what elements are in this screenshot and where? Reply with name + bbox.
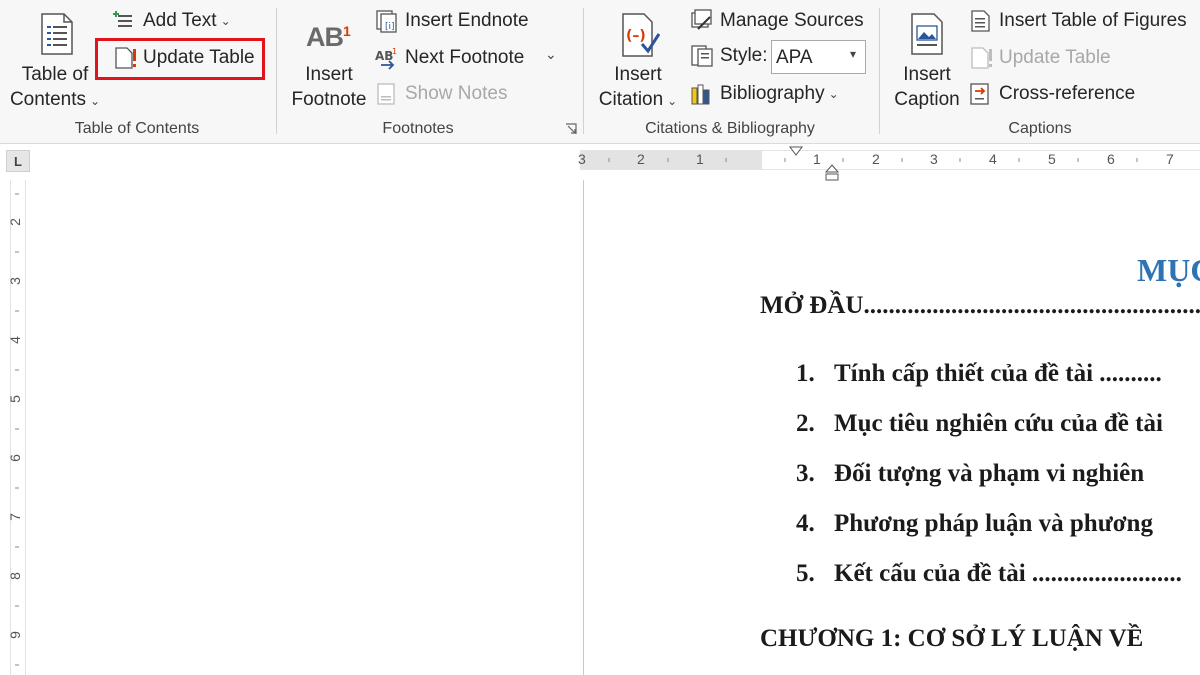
insert-table-of-figures-button[interactable]: Insert Table of Figures: [969, 9, 1187, 33]
toc-entry-number: 1.: [796, 360, 815, 387]
style-value: APA: [776, 47, 813, 68]
group-separator: [583, 8, 584, 134]
add-text-icon: [113, 11, 132, 27]
cross-reference-label: Cross-reference: [999, 83, 1136, 104]
next-footnote-label: Next Footnote: [405, 47, 525, 68]
insert-citation-icon: (–): [622, 13, 660, 57]
manage-sources-icon: [691, 9, 712, 30]
add-text-button[interactable]: Add Text ⌄: [113, 9, 231, 33]
toc-entry-number: 4.: [796, 510, 815, 537]
table-of-contents-button[interactable]: Table of Contents ⌄: [8, 8, 102, 114]
toc-entry-number: 5.: [796, 560, 815, 587]
insert-citation-line1: Insert: [614, 64, 662, 85]
insert-citation-line2: Citation: [598, 89, 664, 110]
group-label-citations-bibliography: Citations & Bibliography: [645, 120, 815, 137]
toc-entry[interactable]: 4. Phương pháp luận và phương: [796, 510, 1153, 538]
chevron-down-icon: ⌄: [828, 87, 839, 101]
cross-reference-icon: [970, 83, 989, 105]
bibliography-button[interactable]: Bibliography ⌄: [690, 82, 839, 106]
next-footnote-button[interactable]: AB 1 Next Footnote: [375, 46, 524, 70]
insert-caption-line1: Insert: [903, 64, 951, 85]
toc-entry-text: Phương pháp luận và phương: [834, 510, 1153, 537]
next-footnote-icon: AB 1: [375, 47, 397, 70]
group-separator: [276, 8, 277, 134]
group-separator: [879, 8, 880, 134]
vertical-ruler[interactable]: 2 3 4 5 6 7 8 9: [6, 180, 28, 675]
svg-text:1: 1: [392, 47, 397, 56]
insert-endnote-button[interactable]: [i] Insert Endnote: [375, 9, 529, 33]
toc-entry[interactable]: 3. Đối tượng và phạm vi nghiên: [796, 460, 1144, 488]
insert-table-of-figures-label: Insert Table of Figures: [999, 10, 1187, 31]
table-of-figures-icon: [971, 10, 990, 32]
insert-endnote-icon: [i]: [376, 10, 397, 33]
insert-citation-button[interactable]: (–) Insert Citation ⌄: [592, 8, 684, 114]
manage-sources-label: Manage Sources: [720, 10, 864, 31]
ribbon: Table of Contents ⌄ Add Text ⌄ Update Tab…: [0, 0, 1200, 144]
insert-endnote-label: Insert Endnote: [405, 10, 529, 31]
add-text-label: Add Text: [143, 10, 217, 31]
toc-entry-text: Tính cấp thiết của đề tài ..........: [834, 360, 1162, 387]
dialog-launcher-icon[interactable]: [564, 122, 578, 136]
bibliography-label: Bibliography: [720, 83, 825, 104]
style-label: Style:: [720, 45, 768, 66]
chevron-down-icon: ⌄: [667, 94, 678, 108]
show-notes-label: Show Notes: [405, 83, 508, 104]
caret-down-icon: ▾: [850, 47, 857, 61]
show-notes-icon: [377, 83, 395, 105]
cross-reference-button[interactable]: Cross-reference: [969, 82, 1135, 106]
footnote-icon: AB1: [306, 22, 351, 52]
style-dropdown[interactable]: APA ▾: [771, 40, 866, 74]
insert-footnote-button[interactable]: AB1 Insert Footnote: [288, 8, 370, 114]
insert-caption-line2: Caption: [894, 89, 960, 110]
manage-sources-button[interactable]: Manage Sources: [690, 9, 864, 33]
ruler-ticks: [608, 158, 1138, 162]
toc-entry[interactable]: 2. Mục tiêu nghiên cứu của đề tài: [796, 410, 1163, 438]
show-notes-button[interactable]: Show Notes: [375, 82, 507, 106]
toc-entry-text: Kết cấu của đề tài .....................…: [834, 560, 1182, 587]
style-control: Style:: [690, 44, 768, 68]
style-icon: [691, 45, 713, 67]
toc-entry[interactable]: 1. Tính cấp thiết của đề tài ..........: [796, 360, 1162, 388]
toc-entry[interactable]: 5. Kết cấu của đề tài ...................…: [796, 560, 1182, 588]
group-label-captions: Captions: [1008, 120, 1072, 137]
toc-entry-chapter-1[interactable]: CHƯƠNG 1: CƠ SỞ LÝ LUẬN VỀ: [760, 625, 1143, 653]
update-table-figures-label: Update Table: [999, 47, 1111, 68]
chevron-down-icon: ⌄: [220, 14, 231, 28]
svg-text:(–): (–): [626, 28, 646, 44]
document-page[interactable]: MỤC MỞ ĐẦU..............................…: [584, 180, 1200, 675]
bibliography-icon: [691, 84, 710, 105]
update-table-figures-button[interactable]: Update Table: [969, 46, 1111, 70]
highlight-box: [95, 38, 265, 80]
group-label-footnotes: Footnotes: [382, 120, 454, 137]
insert-footnote-line1: Insert: [305, 64, 353, 85]
svg-text:AB: AB: [375, 49, 393, 63]
svg-text:[i]: [i]: [385, 22, 395, 32]
toc-label-line2: Contents: [9, 89, 86, 110]
ruler-corner-tab-selector[interactable]: L: [6, 150, 30, 172]
update-table-figures-icon: [971, 47, 992, 69]
chevron-down-icon: ⌄: [89, 94, 101, 108]
next-footnote-dropdown-icon[interactable]: ⌄: [545, 46, 557, 63]
toc-entry-text: Đối tượng và phạm vi nghiên: [834, 460, 1145, 487]
toc-label-line1: Table of: [21, 64, 89, 85]
insert-footnote-line2: Footnote: [291, 89, 367, 110]
first-line-indent-marker[interactable]: [789, 146, 803, 156]
toc-entry-number: 3.: [796, 460, 815, 487]
document-title: MỤC: [1137, 252, 1200, 288]
vertical-ruler-ticks: [15, 193, 19, 666]
insert-caption-icon: [911, 13, 943, 55]
insert-caption-button[interactable]: Insert Caption: [890, 8, 964, 114]
toc-entry-intro[interactable]: MỞ ĐẦU..................................…: [760, 292, 1200, 320]
group-label-table-of-contents: Table of Contents: [74, 120, 200, 137]
table-of-contents-icon: [41, 13, 73, 55]
toc-entry-number: 2.: [796, 410, 815, 437]
toc-entry-text: Mục tiêu nghiên cứu của đề tài: [834, 410, 1163, 437]
horizontal-ruler[interactable]: 3 2 1 1 2 3 4 5 6 7: [578, 146, 1200, 181]
